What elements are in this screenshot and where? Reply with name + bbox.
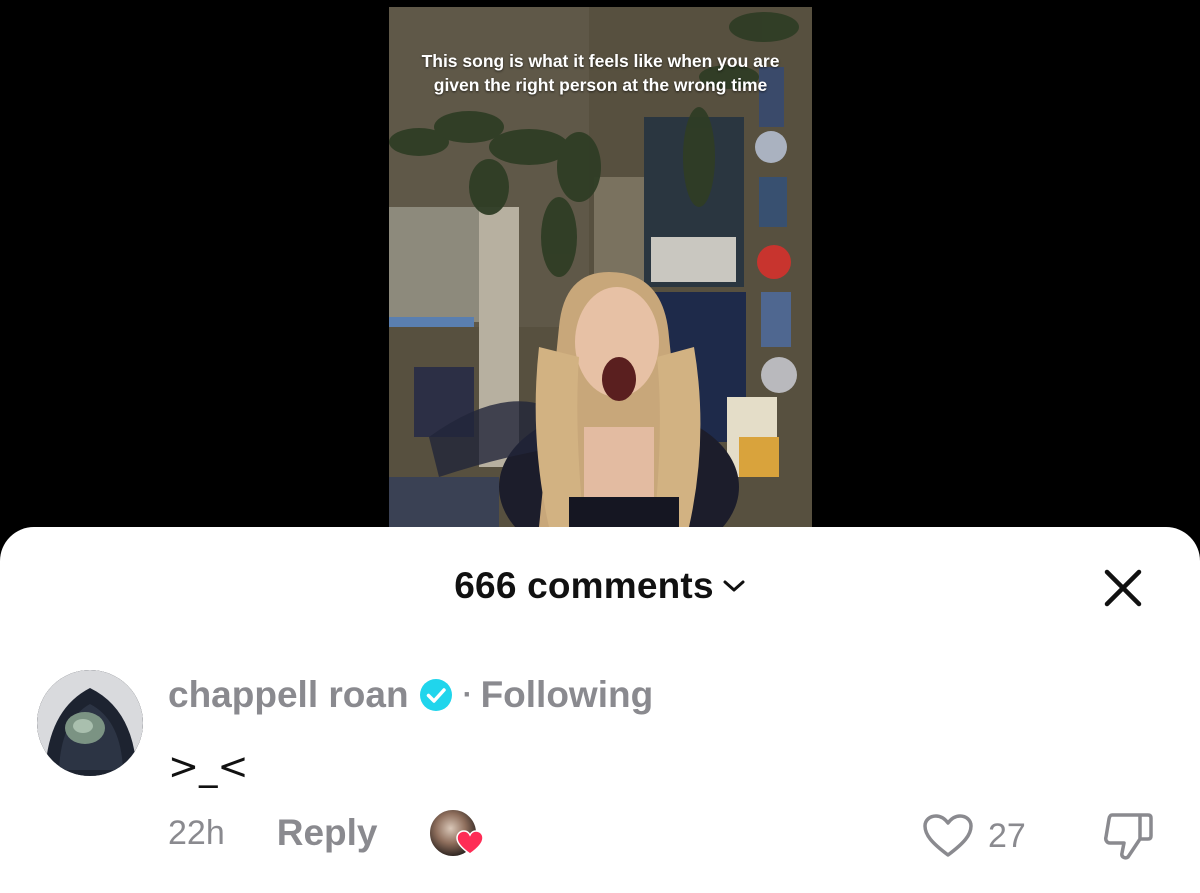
thumbs-down-icon[interactable]: [1100, 809, 1156, 863]
screen: This song is what it feels like when you…: [0, 0, 1200, 893]
reply-button[interactable]: Reply: [277, 812, 378, 854]
video-player[interactable]: This song is what it feels like when you…: [389, 7, 812, 537]
comment-timestamp: 22h: [168, 813, 225, 852]
video-caption: This song is what it feels like when you…: [421, 51, 780, 95]
separator-dot: ·: [462, 678, 473, 711]
avatar-image: [37, 670, 143, 776]
comment-author-name[interactable]: chappell roan: [168, 674, 409, 716]
creator-liked-indicator: [427, 808, 486, 858]
chevron-down-icon: [723, 580, 745, 592]
comment-author-row: chappell roan · Following: [168, 673, 653, 717]
comment-text: >_<: [168, 745, 249, 788]
heart-outline-icon: [923, 814, 973, 857]
comment-count-button[interactable]: 666 comments: [0, 563, 1200, 609]
close-icon[interactable]: [1100, 565, 1146, 611]
commenter-avatar[interactable]: [37, 670, 143, 776]
verified-badge-icon: [419, 679, 452, 711]
comments-sheet: 666 comments chappell roan · Following >…: [0, 527, 1200, 893]
like-button[interactable]: 27: [922, 811, 1026, 861]
comment-count-label: 666 comments: [454, 565, 714, 606]
creator-liked-heart-icon: [455, 830, 484, 855]
follow-status: Following: [480, 674, 654, 715]
comments-header: 666 comments: [0, 563, 1200, 613]
comment-meta-row: 22h Reply: [168, 808, 486, 858]
like-count: 27: [988, 816, 1026, 855]
